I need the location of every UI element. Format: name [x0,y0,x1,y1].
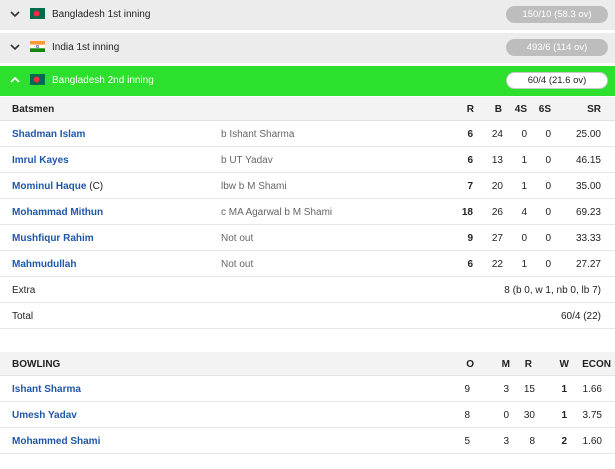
dismissal-text: c MA Agarwal b M Shami [221,207,333,218]
maidens-value: 0 [503,410,509,421]
overs-value: 9 [464,384,470,395]
runs-value: 7 [467,181,473,192]
bowler-name-link[interactable]: Umesh Yadav [12,410,77,421]
bowling-row: Mohammed Shami 5 3 8 2 1.60 [0,428,615,454]
batting-row: Mohammad Mithun c MA Agarwal b M Shami 1… [0,199,615,225]
dismissal-text: Not out [221,259,254,270]
strike-rate-value: 27.27 [575,259,601,270]
batting-row: Mushfiqur Rahim Not out 9 27 0 0 33.33 [0,225,615,251]
batsman-name-link[interactable]: Mahmudullah [12,259,76,270]
inning-title: Bangladesh 1st inning [52,9,151,20]
overs-value: 5 [464,436,470,447]
dismissal-text: b Ishant Sharma [221,129,295,140]
total-label: Total [12,311,34,322]
total-value: 60/4 (22) [560,311,601,322]
runs-value: 6 [467,155,473,166]
chevron-up-icon[interactable] [9,74,21,86]
inning-score-badge: 60/4 (21.6 ov) [506,72,608,89]
total-row: Total 60/4 (22) [0,303,615,329]
dismissal-text: b UT Yadav [221,155,273,166]
bowler-name-link[interactable]: Ishant Sharma [12,384,81,395]
strike-rate-value: 25.00 [575,129,601,140]
batting-row: Shadman Islam b Ishant Sharma 6 24 0 0 2… [0,121,615,147]
runs-header: R [466,104,474,115]
batting-row: Mahmudullah Not out 6 22 1 0 27.27 [0,251,615,277]
batsman-name-link[interactable]: Mohammad Mithun [12,207,103,218]
bowling-table-header: BOWLING O M R W ECON [0,352,615,376]
batting-row: Imrul Kayes b UT Yadav 6 13 1 0 46.15 [0,147,615,173]
chevron-down-icon[interactable] [9,8,21,20]
runs-value: 9 [467,233,473,244]
bowling-header: BOWLING [12,359,61,370]
extras-row: Extra 8 (b 0, w 1, nb 0, lb 7) [0,277,615,303]
extras-value: 8 (b 0, w 1, nb 0, lb 7) [504,285,601,296]
economy-value: 3.75 [582,410,602,421]
batsman-name-link[interactable]: Mominul Haque [12,181,86,192]
wickets-header: W [559,359,569,370]
bowler-name-link[interactable]: Mohammed Shami [12,436,100,447]
strike-rate-value: 33.33 [575,233,601,244]
inning-score-badge: 150/10 (58.3 ov) [506,6,608,23]
inning-header-bangladesh-2nd[interactable]: Bangladesh 2nd inning 60/4 (21.6 ov) [0,66,615,96]
inning-header-bangladesh-1st[interactable]: Bangladesh 1st inning 150/10 (58.3 ov) [0,0,615,30]
sixes-value: 0 [545,181,551,192]
batsman-name-cell: Mominul Haque (C) [12,181,103,192]
runs-value: 18 [461,207,473,218]
balls-header: B [494,104,502,115]
inning-title: Bangladesh 2nd inning [52,75,154,86]
economy-header: ECON [582,359,611,370]
sixes-value: 0 [545,233,551,244]
batsman-name-link[interactable]: Mushfiqur Rahim [12,233,94,244]
economy-value: 1.66 [582,384,602,395]
maidens-value: 3 [503,384,509,395]
dismissal-text: Not out [221,233,254,244]
strike-rate-value: 35.00 [575,181,601,192]
runs-value: 6 [467,259,473,270]
batting-row: Mominul Haque (C) lbw b M Shami 7 20 1 0… [0,173,615,199]
runs-conceded-value: 30 [523,410,535,421]
strike-rate-value: 69.23 [575,207,601,218]
india-flag-icon [30,41,45,52]
bowling-row: Umesh Yadav 8 0 30 1 3.75 [0,402,615,428]
batting-table-header: Batsmen R B 4S 6S SR [0,97,615,121]
runs-conceded-value: 8 [529,436,535,447]
sixes-value: 0 [545,129,551,140]
runs-value: 6 [467,129,473,140]
strike-rate-value: 46.15 [575,155,601,166]
bangladesh-flag-icon [30,74,45,85]
bangladesh-flag-icon [30,8,45,19]
overs-value: 8 [464,410,470,421]
extras-label: Extra [12,285,36,296]
bowling-row: Ishant Sharma 9 3 15 1 1.66 [0,376,615,402]
sixes-value: 0 [545,155,551,166]
runs-conceded-header: R [524,359,532,370]
batsman-name-link[interactable]: Imrul Kayes [12,155,69,166]
batsmen-header: Batsmen [12,104,55,115]
sixes-value: 0 [545,207,551,218]
inning-score-badge: 493/6 (114 ov) [506,39,608,56]
inning-header-india-1st[interactable]: India 1st inning 493/6 (114 ov) [0,33,615,63]
captain-marker: (C) [89,181,104,192]
dismissal-text: lbw b M Shami [221,181,287,192]
runs-conceded-value: 15 [523,384,535,395]
batsman-name-link[interactable]: Shadman Islam [12,129,85,140]
strike-rate-header: SR [587,104,601,115]
chevron-down-icon[interactable] [9,41,21,53]
sixes-header: 6S [538,104,551,115]
inning-title: India 1st inning [52,42,120,53]
overs-header: O [466,359,474,370]
sixes-value: 0 [545,259,551,270]
economy-value: 1.60 [582,436,602,447]
maidens-value: 3 [503,436,509,447]
